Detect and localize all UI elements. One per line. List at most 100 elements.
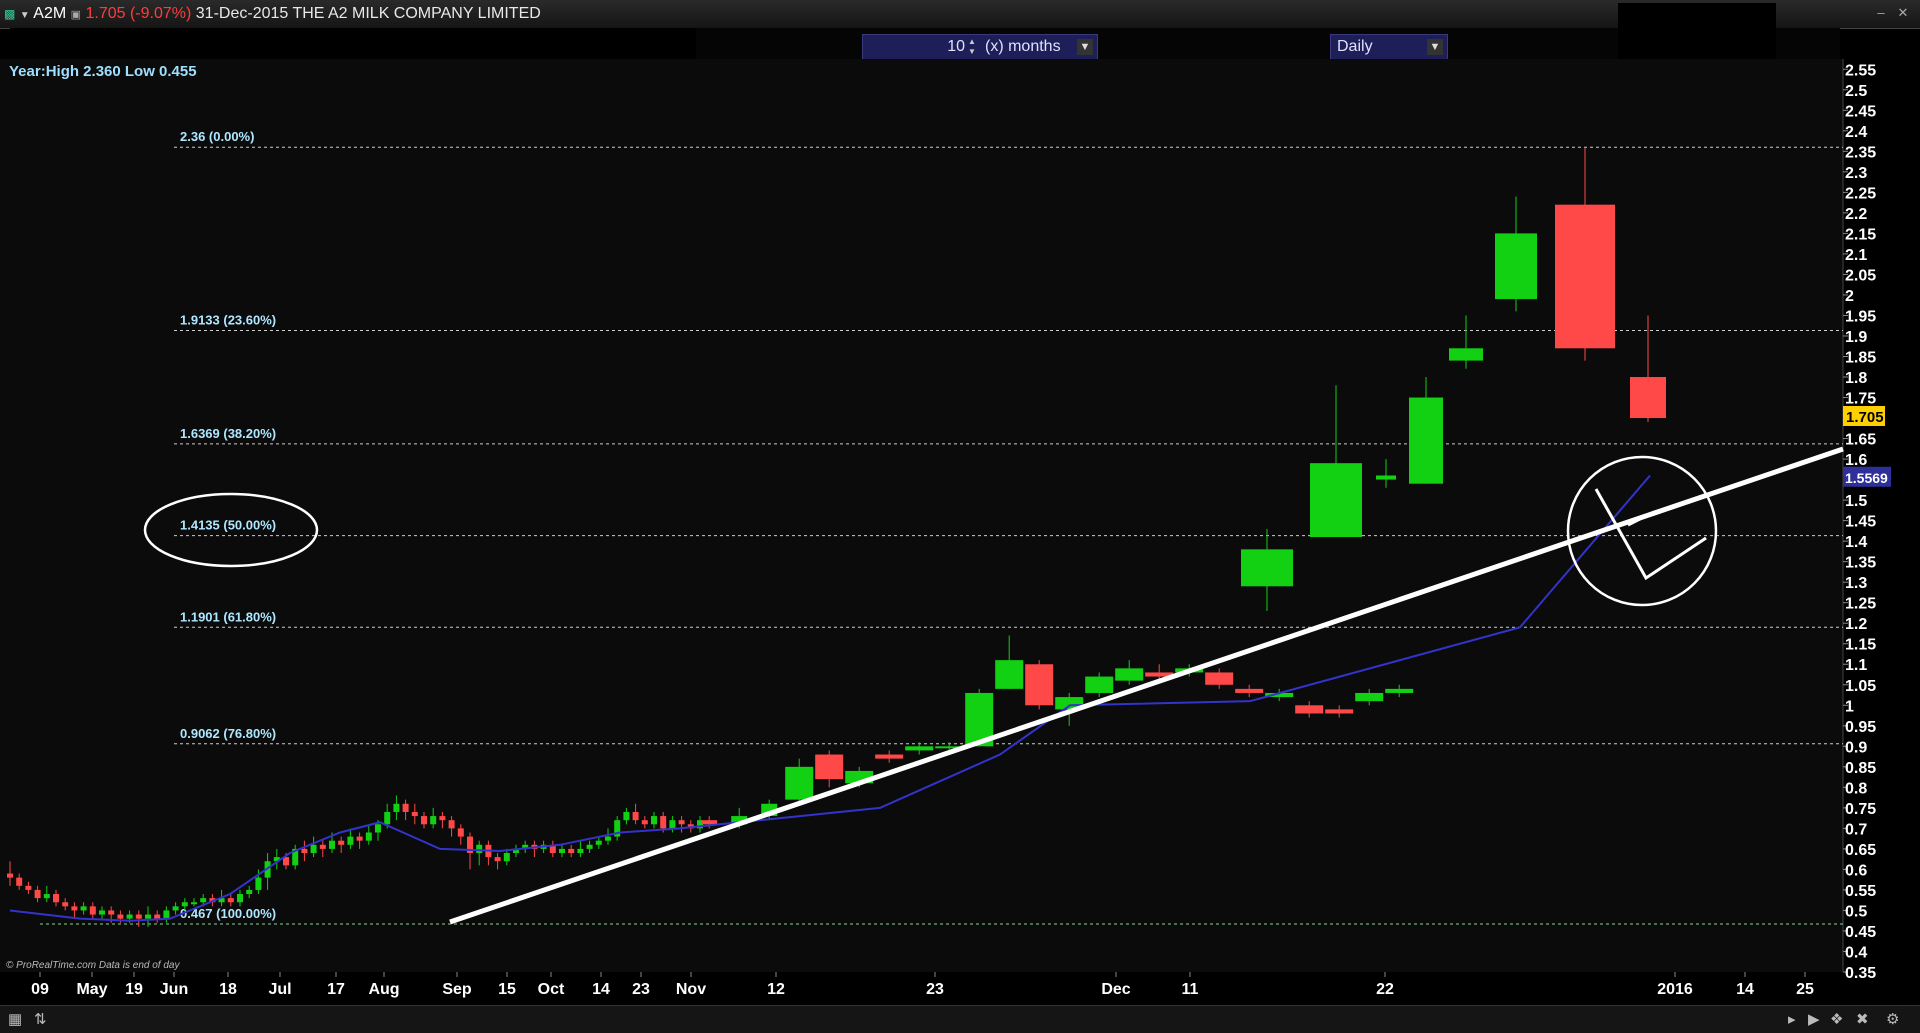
x-tick-label: 15: [498, 981, 516, 998]
credit-source: © ProRealTime.com: [6, 960, 97, 971]
candle-body: [227, 898, 234, 903]
x-tick-label: Sep: [442, 981, 472, 998]
y-tick-label: 0.65: [1845, 842, 1876, 859]
candle-body: [356, 836, 363, 841]
x-tick-label: 19: [125, 981, 143, 998]
candle-body: [365, 832, 372, 841]
candle-body: [200, 898, 207, 903]
play-icon[interactable]: ▶: [1808, 1010, 1820, 1028]
y-tick-label: 1.85: [1845, 349, 1876, 366]
y-tick-label: 0.95: [1845, 719, 1876, 736]
x-tick-label: Oct: [538, 981, 565, 998]
candle-body: [678, 820, 685, 825]
candle-body: [108, 910, 115, 915]
candle-body: [623, 811, 630, 821]
candle-body: [651, 816, 657, 825]
x-tick-label: 23: [632, 981, 650, 998]
candle-body: [301, 848, 308, 854]
y-tick-label: 0.8: [1845, 780, 1867, 797]
candle-body: [25, 885, 32, 890]
y-tick-label: 1.75: [1845, 391, 1876, 408]
x-tick-label: 14: [592, 981, 610, 998]
candle-body: [905, 746, 934, 751]
candle-body: [1376, 475, 1396, 480]
y-tick-label: 1.65: [1845, 432, 1876, 449]
y-tick-label: 1.6: [1845, 452, 1867, 469]
y-tick-label: 2.25: [1845, 185, 1876, 202]
y-tick-label: 1.2: [1845, 616, 1867, 633]
candle-body: [785, 766, 814, 800]
candle-body: [430, 816, 437, 825]
y-tick-label: 1.95: [1845, 308, 1876, 325]
candle-body: [494, 857, 501, 862]
x-tick-label: Jun: [160, 981, 188, 998]
candle-body: [117, 914, 124, 919]
candle-body: [641, 820, 648, 825]
candle-body: [310, 844, 317, 854]
credit-line: © ProRealTime.com Data is end of day: [6, 960, 179, 971]
candle-body: [457, 828, 464, 837]
candle-body: [393, 803, 400, 812]
candle-body: [1495, 233, 1537, 300]
credit-note: Data is end of day: [98, 960, 180, 971]
x-tick-label: Nov: [676, 981, 706, 998]
candle-body: [402, 803, 409, 812]
candle-body: [421, 816, 427, 825]
settings-icon[interactable]: ⚙: [1886, 1010, 1899, 1028]
x-tick-label: 25: [1796, 981, 1814, 998]
candle-body: [347, 836, 354, 845]
y-tick-label: 2.35: [1845, 144, 1876, 161]
candle-body: [43, 894, 50, 899]
y-tick-label: 1: [1845, 698, 1854, 715]
candle-body: [503, 853, 510, 862]
candle-body: [995, 660, 1024, 689]
candle-body: [577, 848, 584, 854]
candle-body: [1449, 348, 1483, 361]
fib-level-label: 0.9062 (76.80%): [180, 726, 276, 741]
y-tick-label: 2.2: [1845, 206, 1867, 223]
y-tick-label: 0.55: [1845, 883, 1876, 900]
candle-body: [586, 844, 593, 849]
candle-body: [80, 906, 87, 911]
x-tick-label: Jul: [268, 981, 291, 998]
y-tick-label: 0.35: [1845, 965, 1876, 982]
y-tick-label: 0.4: [1845, 944, 1867, 961]
scroll-right-icon[interactable]: ▸: [1788, 1010, 1796, 1028]
candle-body: [384, 811, 391, 825]
candle-body: [1235, 688, 1264, 693]
candle-body: [135, 914, 142, 919]
status-bar: ▦ ⇅ ▸ ▶ ❖ ✖ ⚙: [0, 1005, 1920, 1033]
x-tick-label: Aug: [368, 981, 399, 998]
candle-body: [145, 914, 151, 919]
candle-body: [1310, 463, 1362, 538]
y-tick-label: 1.05: [1845, 678, 1876, 695]
zoom-icon[interactable]: ❖: [1830, 1010, 1843, 1028]
candle-body: [53, 894, 59, 903]
toolbar-grid-icon[interactable]: ▦: [8, 1010, 22, 1028]
y-tick-label: 0.9: [1845, 739, 1867, 756]
x-tick-label: Dec: [1101, 981, 1130, 998]
x-tick-label: May: [76, 981, 107, 998]
candle-body: [875, 754, 904, 759]
price-chart[interactable]: 2.36 (0.00%) 1.9133 (23.60%) 1.6369 (38.20…: [0, 0, 1920, 1032]
candle-body: [7, 873, 13, 878]
candle-body: [476, 844, 483, 854]
y-tick-label: 0.7: [1845, 821, 1867, 838]
last-price-value: 1.705: [1846, 409, 1884, 426]
candle-body: [1409, 397, 1443, 484]
y-tick-label: 1.35: [1845, 555, 1876, 572]
y-tick-label: 0.6: [1845, 862, 1867, 879]
candle-body: [34, 889, 41, 899]
crosshair-icon[interactable]: ✖: [1856, 1010, 1869, 1028]
candle-body: [181, 902, 188, 907]
fib-level-label: 1.9133 (23.60%): [180, 313, 276, 328]
candle-body: [154, 914, 161, 919]
candle-body: [660, 816, 667, 829]
x-tick-label: 14: [1736, 981, 1754, 998]
candle-body: [1025, 664, 1054, 706]
y-tick-label: 0.5: [1845, 903, 1867, 920]
candle-body: [172, 906, 179, 911]
x-tick-label: 09: [31, 981, 49, 998]
toolbar-tools-icon[interactable]: ⇅: [34, 1010, 47, 1028]
x-tick-label: 18: [219, 981, 237, 998]
